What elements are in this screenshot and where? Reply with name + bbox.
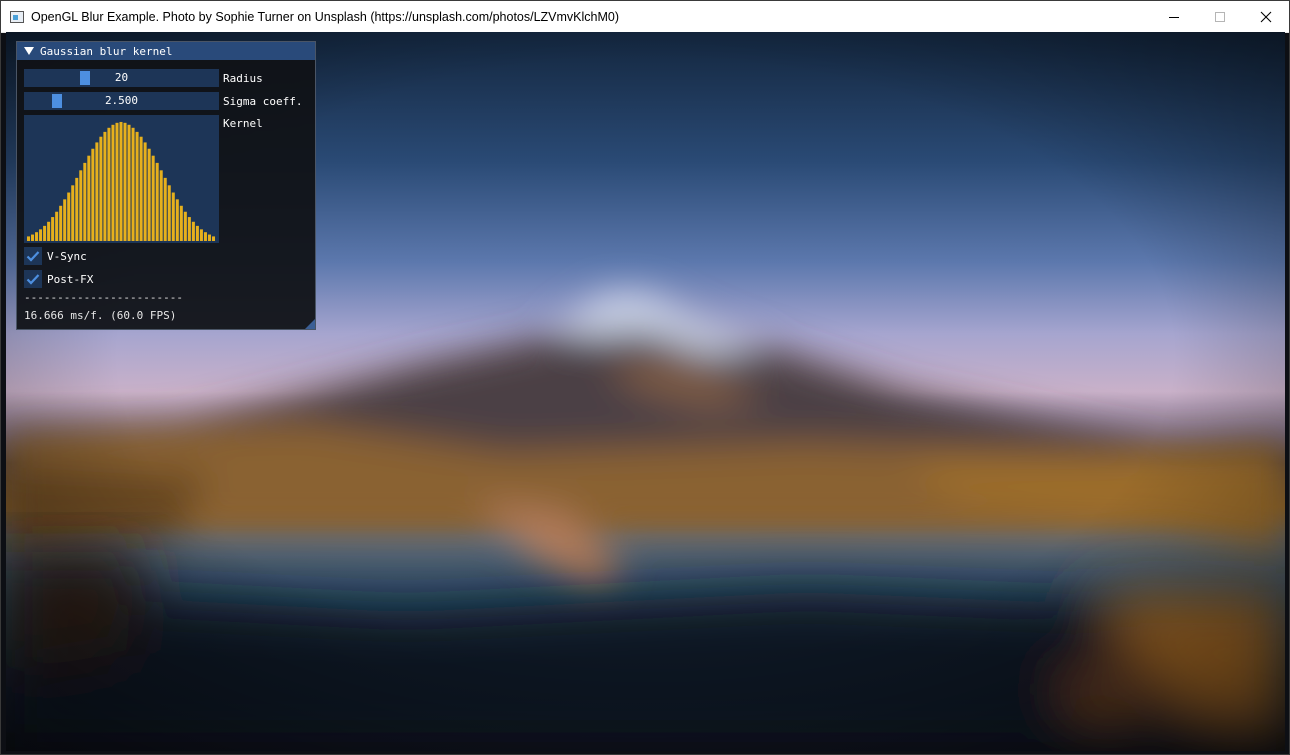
kernel-bar bbox=[211, 236, 215, 241]
kernel-bar bbox=[95, 142, 99, 241]
kernel-bar bbox=[67, 192, 71, 241]
kernel-bar bbox=[111, 124, 115, 241]
kernel-bar bbox=[103, 131, 107, 241]
window-controls bbox=[1151, 1, 1289, 32]
kernel-bar bbox=[191, 221, 195, 241]
maximize-button[interactable] bbox=[1197, 1, 1243, 32]
radius-row: 20 Radius bbox=[24, 69, 263, 87]
kernel-bar bbox=[175, 199, 179, 241]
app-icon bbox=[10, 10, 24, 23]
kernel-bar bbox=[115, 122, 119, 241]
kernel-bar bbox=[167, 185, 171, 241]
postfx-row: Post-FX bbox=[24, 270, 93, 288]
kernel-bar bbox=[163, 177, 167, 241]
kernel-bar bbox=[139, 136, 143, 241]
close-icon bbox=[1260, 11, 1272, 22]
kernel-bar bbox=[203, 232, 207, 241]
kernel-bar bbox=[71, 185, 75, 241]
kernel-histogram-chart bbox=[27, 121, 215, 241]
kernel-bar bbox=[39, 229, 43, 241]
kernel-bar bbox=[59, 205, 63, 241]
resize-grip[interactable] bbox=[305, 319, 315, 329]
radius-slider[interactable]: 20 bbox=[24, 69, 219, 87]
kernel-bar bbox=[143, 142, 147, 241]
vsync-label: V-Sync bbox=[47, 249, 87, 263]
kernel-bar bbox=[199, 229, 203, 241]
kernel-bar bbox=[119, 121, 123, 241]
kernel-bar bbox=[207, 234, 211, 241]
kernel-bar bbox=[99, 136, 103, 241]
panel-header[interactable]: Gaussian blur kernel bbox=[17, 42, 315, 60]
kernel-bar bbox=[55, 211, 59, 241]
sigma-slider[interactable]: 2.500 bbox=[24, 92, 219, 110]
kernel-bar bbox=[51, 217, 55, 241]
kernel-bar bbox=[179, 205, 183, 241]
kernel-bar bbox=[43, 225, 47, 241]
separator-text: ------------------------ bbox=[24, 291, 183, 304]
kernel-bar bbox=[171, 192, 175, 241]
panel-title: Gaussian blur kernel bbox=[40, 44, 173, 58]
sigma-row: 2.500 Sigma coeff. bbox=[24, 92, 302, 110]
kernel-bar bbox=[131, 127, 135, 241]
kernel-bar bbox=[47, 221, 51, 241]
kernel-bar bbox=[127, 124, 131, 241]
kernel-bar bbox=[31, 234, 35, 241]
kernel-bar bbox=[159, 170, 163, 241]
checkmark-icon bbox=[26, 274, 40, 285]
kernel-bar bbox=[79, 170, 83, 241]
checkmark-icon bbox=[26, 251, 40, 262]
kernel-bar bbox=[151, 155, 155, 241]
kernel-label: Kernel bbox=[223, 117, 263, 130]
app-window: OpenGL Blur Example. Photo by Sophie Tur… bbox=[0, 0, 1290, 755]
kernel-bar bbox=[91, 148, 95, 241]
frame-time-text: 16.666 ms/f. (60.0 FPS) bbox=[24, 309, 177, 322]
window-title: OpenGL Blur Example. Photo by Sophie Tur… bbox=[31, 9, 620, 24]
close-button[interactable] bbox=[1243, 1, 1289, 32]
kernel-bar bbox=[147, 148, 151, 241]
kernel-bar bbox=[87, 155, 91, 241]
kernel-bar bbox=[183, 211, 187, 241]
maximize-icon bbox=[1215, 11, 1225, 22]
gaussian-blur-panel[interactable]: Gaussian blur kernel 20 Radius 2.500 Sig… bbox=[16, 41, 316, 330]
minimize-button[interactable] bbox=[1151, 1, 1197, 32]
vsync-row: V-Sync bbox=[24, 247, 87, 265]
postfx-label: Post-FX bbox=[47, 272, 94, 286]
kernel-histogram[interactable] bbox=[24, 115, 219, 243]
collapse-triangle-icon[interactable] bbox=[24, 47, 34, 55]
kernel-bar bbox=[27, 236, 31, 241]
kernel-bar bbox=[155, 162, 159, 241]
sigma-value: 2.500 bbox=[104, 94, 139, 107]
kernel-bar bbox=[35, 232, 39, 241]
kernel-bar bbox=[135, 131, 139, 241]
sigma-label: Sigma coeff. bbox=[223, 94, 303, 108]
kernel-bar bbox=[187, 217, 191, 241]
postfx-checkbox[interactable] bbox=[24, 270, 42, 288]
radius-label: Radius bbox=[223, 71, 263, 85]
kernel-bar bbox=[195, 225, 199, 241]
kernel-bar bbox=[123, 122, 127, 241]
kernel-bar bbox=[107, 127, 111, 241]
vsync-checkbox[interactable] bbox=[24, 247, 42, 265]
title-bar[interactable]: OpenGL Blur Example. Photo by Sophie Tur… bbox=[1, 1, 1289, 33]
kernel-bar bbox=[63, 199, 67, 241]
minimize-icon bbox=[1169, 16, 1179, 18]
kernel-bar bbox=[83, 162, 87, 241]
kernel-bar bbox=[75, 177, 79, 241]
radius-value: 20 bbox=[114, 71, 129, 84]
